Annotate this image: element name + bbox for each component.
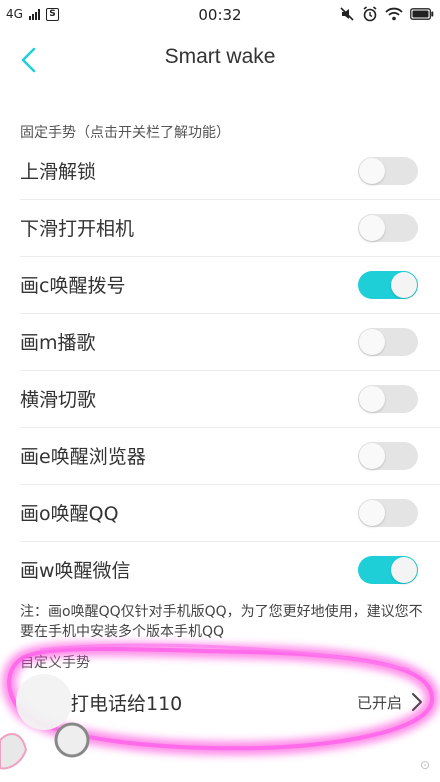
mute-icon (340, 7, 354, 21)
fixed-gestures-header: 固定手势（点击开关栏了解功能） (20, 125, 230, 141)
gesture-row[interactable]: 上滑解锁 (0, 143, 440, 200)
toggle-knob (359, 215, 385, 241)
navigation-bar: Smart wake (0, 32, 440, 88)
gesture-toggle[interactable] (358, 385, 418, 413)
toggle-knob (359, 443, 385, 469)
toggle-knob (359, 329, 385, 355)
watermark: ⊙ (419, 758, 430, 772)
gesture-row[interactable]: 横滑切歌 (0, 371, 440, 428)
toggle-knob (359, 500, 385, 526)
gesture-toggle[interactable] (358, 499, 418, 527)
gesture-row[interactable]: 画o唤醒QQ (0, 485, 440, 542)
custom-gesture-label: 打电话给110 (70, 693, 183, 715)
gesture-row[interactable]: 画e唤醒浏览器 (0, 428, 440, 485)
gesture-label: 画c唤醒拨号 (20, 275, 126, 297)
gesture-row[interactable]: 画w唤醒微信 (0, 542, 440, 599)
custom-gestures-header: 自定义手势 (20, 655, 90, 671)
gesture-label: 画o唤醒QQ (20, 503, 119, 525)
status-bar: 4G S 00:32 (0, 0, 440, 32)
toggle-knob (359, 158, 385, 184)
qq-note: 注：画o唤醒QQ仅针对手机版QQ，为了您更好地使用，建议您不要在手机中安装多个版… (20, 604, 423, 640)
gesture-row[interactable]: 画m播歌 (0, 314, 440, 371)
gesture-toggle[interactable] (358, 328, 418, 356)
toggle-knob (391, 557, 417, 583)
gesture-toggle[interactable] (358, 214, 418, 242)
gesture-label: 画w唤醒微信 (20, 560, 131, 582)
gesture-label: 画e唤醒浏览器 (20, 446, 146, 468)
gesture-row[interactable]: 下滑打开相机 (0, 200, 440, 257)
chevron-right-icon (412, 693, 422, 711)
gesture-toggle[interactable] (358, 271, 418, 299)
gesture-toggle[interactable] (358, 556, 418, 584)
page-title: Smart wake (164, 45, 276, 68)
gesture-label: 下滑打开相机 (20, 218, 135, 240)
toggle-knob (359, 386, 385, 412)
gesture-label: 画m播歌 (20, 332, 96, 354)
gesture-label: 上滑解锁 (20, 161, 97, 183)
gesture-label: 横滑切歌 (20, 389, 97, 411)
custom-gesture-row[interactable]: 打电话给110 已开启 (0, 680, 440, 728)
toggle-knob (391, 272, 417, 298)
battery-icon (410, 8, 434, 20)
wifi-icon (385, 7, 403, 21)
custom-gesture-status: 已开启 (356, 694, 402, 712)
alarm-icon (363, 6, 377, 22)
gesture-toggle[interactable] (358, 157, 418, 185)
gesture-row[interactable]: 画c唤醒拨号 (0, 257, 440, 314)
status-right (339, 6, 434, 22)
gesture-toggle[interactable] (358, 442, 418, 470)
